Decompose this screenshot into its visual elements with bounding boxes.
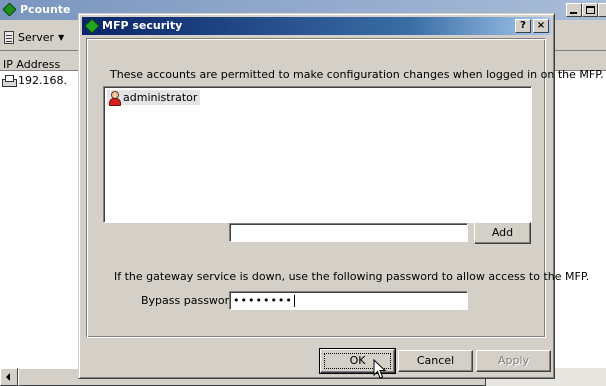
accounts-label: These accounts are permitted to make con…	[110, 68, 604, 81]
minimize-button[interactable]	[566, 3, 582, 17]
server-label: Server	[18, 30, 55, 44]
new-account-input[interactable]	[229, 223, 468, 242]
user-icon	[108, 91, 121, 106]
server-menu-button[interactable]: Server ▼	[4, 28, 64, 46]
close-button[interactable]: ×	[533, 19, 549, 33]
list-item[interactable]: 192.168.	[2, 74, 67, 87]
accounts-list[interactable]: administrator	[103, 86, 532, 223]
maximize-button[interactable]	[582, 3, 598, 17]
main-close-button[interactable]	[598, 3, 606, 17]
bypass-password-field[interactable]: ••••••••	[229, 291, 468, 310]
app-diamond-icon	[3, 3, 16, 16]
dialog-title: MFP security	[102, 19, 183, 32]
help-button[interactable]: ?	[515, 19, 531, 33]
bypass-password-value: ••••••••	[233, 294, 293, 307]
server-icon	[4, 30, 14, 44]
apply-button[interactable]: Apply	[476, 350, 551, 372]
main-window-title: Pcounte	[20, 3, 71, 16]
list-item-ip: 192.168.	[18, 74, 67, 87]
chevron-down-icon: ▼	[58, 32, 65, 42]
close-icon: ×	[536, 20, 546, 31]
account-name: administrator	[123, 91, 198, 104]
list-item[interactable]: administrator	[107, 90, 201, 106]
printer-icon	[2, 75, 17, 87]
maximize-icon	[586, 6, 595, 14]
add-button[interactable]: Add	[474, 222, 531, 244]
bypass-password-label: Bypass password:	[141, 294, 240, 307]
minimize-icon	[570, 12, 577, 14]
text-caret	[293, 295, 295, 307]
gateway-label: If the gateway service is down, use the …	[114, 270, 590, 283]
scroll-left-icon[interactable]	[0, 368, 18, 386]
column-header-ip-address[interactable]: IP Address	[3, 58, 60, 71]
app-diamond-icon	[85, 19, 99, 33]
mouse-cursor-icon	[373, 359, 387, 379]
dialog-title-bar[interactable]: MFP security ? ×	[82, 17, 551, 35]
cancel-button[interactable]: Cancel	[398, 350, 473, 372]
help-icon: ?	[520, 20, 526, 31]
